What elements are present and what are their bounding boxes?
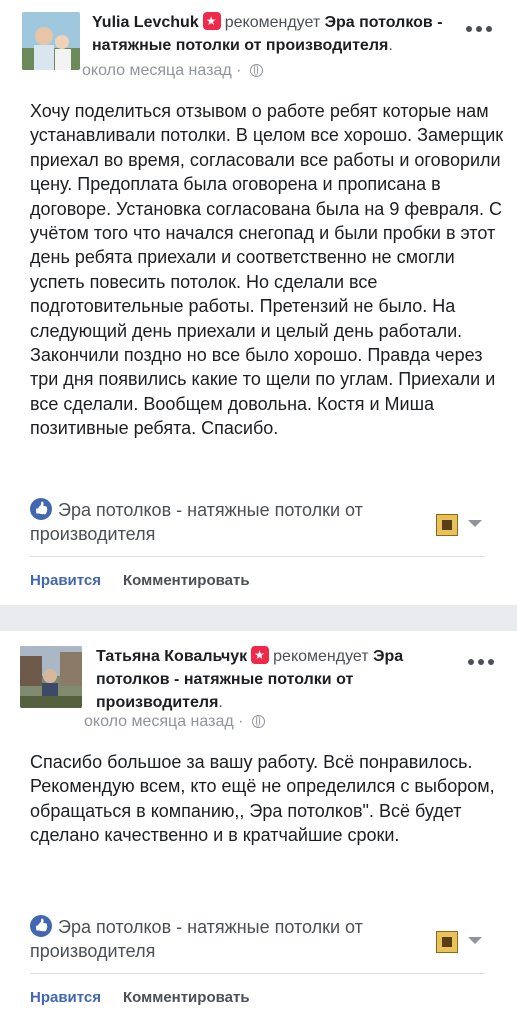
post-card-1: Yulia Levchuk рекомендует Эра потолков - … bbox=[0, 0, 517, 605]
chevron-down-icon[interactable] bbox=[468, 520, 482, 527]
page-attachment-name: Эра потолков - натяжные потолки от произ… bbox=[30, 500, 363, 544]
meta-separator: · bbox=[238, 713, 244, 730]
page-attachment-name: Эра потолков - натяжные потолки от произ… bbox=[30, 917, 363, 961]
more-options-icon[interactable] bbox=[466, 26, 492, 34]
timestamp[interactable]: около месяца назад bbox=[82, 62, 232, 79]
divider bbox=[30, 973, 485, 974]
thumbs-up-icon bbox=[30, 498, 52, 520]
thumbs-up-icon bbox=[30, 915, 52, 937]
header-trail: . bbox=[388, 37, 393, 54]
meta-separator: · bbox=[236, 62, 242, 79]
timestamp[interactable]: около месяца назад bbox=[84, 713, 234, 730]
post-header: Татьяна Ковальчукрекомендует Эра потолко… bbox=[96, 645, 426, 714]
page-attachment[interactable]: Эра потолков - натяжные потолки от произ… bbox=[30, 915, 410, 963]
author-name[interactable]: Yulia Levchuk bbox=[92, 14, 199, 31]
post-meta: около месяца назад · bbox=[82, 62, 263, 80]
recommend-star-icon bbox=[202, 12, 221, 30]
post-meta: около месяца назад · bbox=[84, 713, 265, 731]
post-card-2: Татьяна Ковальчук рекомендует Эра потолко… bbox=[0, 631, 517, 1024]
header-trail: . bbox=[218, 694, 223, 711]
post-header: Yulia Levchukрекомендует Эра потолков - … bbox=[92, 11, 472, 57]
like-button[interactable]: Нравится bbox=[30, 989, 101, 1006]
like-button[interactable]: Нравится bbox=[30, 572, 101, 589]
chevron-down-icon[interactable] bbox=[468, 937, 482, 944]
page-attachment[interactable]: Эра потолков - натяжные потолки от произ… bbox=[30, 498, 410, 546]
page-thumbnail[interactable] bbox=[436, 931, 458, 953]
globe-icon bbox=[251, 715, 265, 728]
globe-icon bbox=[249, 64, 263, 77]
page-thumbnail[interactable] bbox=[436, 514, 458, 536]
author-avatar[interactable] bbox=[20, 646, 82, 708]
recommend-star-icon bbox=[251, 646, 270, 664]
post-text: Спасибо большое за вашу работу. Всё понр… bbox=[30, 752, 495, 846]
post-text: Хочу поделиться отзывом о работе ребят к… bbox=[30, 101, 504, 439]
more-options-icon[interactable] bbox=[468, 659, 494, 667]
comment-button[interactable]: Комментировать bbox=[123, 989, 250, 1006]
divider bbox=[30, 556, 485, 557]
feed-separator bbox=[0, 605, 517, 631]
recommends-verb: рекомендует bbox=[273, 648, 369, 665]
recommends-verb: рекомендует bbox=[224, 14, 321, 31]
comment-button[interactable]: Комментировать bbox=[123, 572, 250, 589]
author-avatar[interactable] bbox=[22, 12, 80, 70]
author-name[interactable]: Татьяна Ковальчук bbox=[96, 648, 247, 665]
